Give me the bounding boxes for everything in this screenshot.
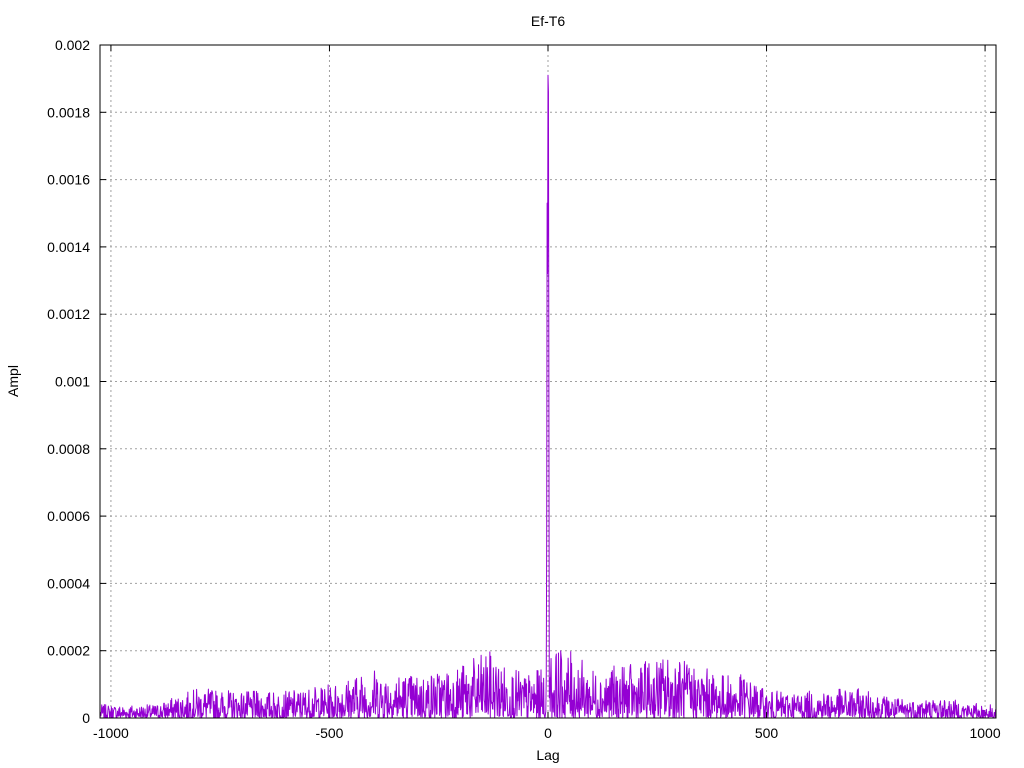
y-tick-label: 0.0014 (47, 239, 90, 255)
x-tick-label: 500 (755, 725, 779, 741)
y-tick-label: 0.0016 (47, 172, 90, 188)
axis-ticks: -1000 -500 0 500 1000 0 0.0002 0.0004 0.0006 0.00… (47, 37, 1001, 741)
chart: Ef-T6 Lag Ampl -1000 -500 0 500 1000 0 0.0002 0… (5, 13, 1001, 763)
y-tick-label: 0.0012 (47, 306, 90, 322)
x-tick-label: 1000 (969, 725, 1000, 741)
y-tick-label: 0.0008 (47, 441, 90, 457)
y-tick-label: 0 (82, 710, 90, 726)
y-tick-label: 0.0006 (47, 508, 90, 524)
y-tick-label: 0.001 (55, 374, 90, 390)
x-tick-label: -1000 (93, 725, 129, 741)
x-axis-label: Lag (536, 747, 559, 763)
y-tick-label: 0.002 (55, 37, 90, 53)
y-tick-label: 0.0004 (47, 575, 90, 591)
x-tick-label: -500 (315, 725, 343, 741)
y-tick-label: 0.0002 (47, 643, 90, 659)
chart-title: Ef-T6 (531, 13, 565, 29)
y-tick-label: 0.0018 (47, 104, 90, 120)
x-tick-label: 0 (544, 725, 552, 741)
y-axis-label: Ampl (5, 365, 21, 397)
